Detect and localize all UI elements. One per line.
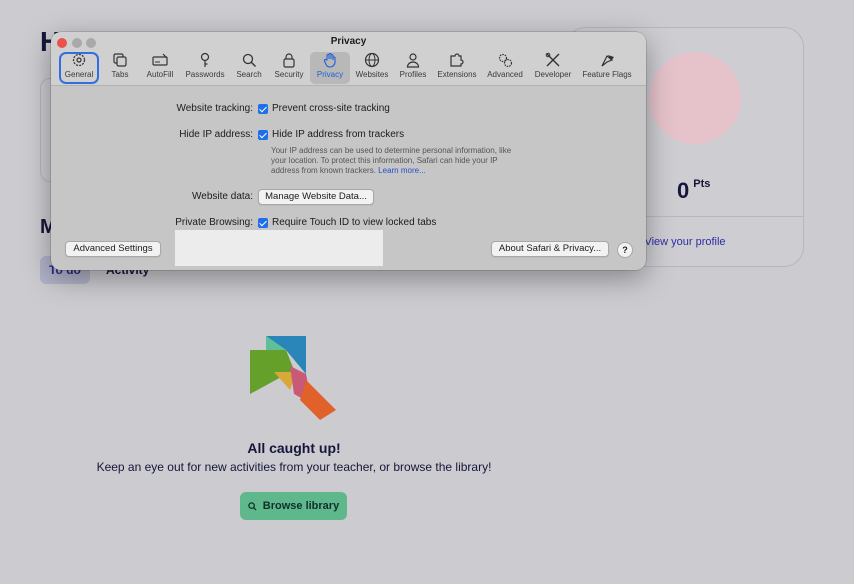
tab-general-label: General xyxy=(64,70,94,79)
points-unit: Pts xyxy=(693,178,711,190)
tab-security[interactable]: Security xyxy=(271,52,307,84)
browse-library-label: Browse library xyxy=(262,500,340,512)
tab-websites-label: Websites xyxy=(355,70,389,79)
tab-passwords-label: Passwords xyxy=(185,70,225,79)
tangram-logo-icon xyxy=(250,336,336,420)
privacy-pane: Website tracking: Prevent cross-site tra… xyxy=(51,86,646,270)
safari-settings-window: Privacy General Tabs AutoFill Passwords … xyxy=(51,32,646,270)
website-tracking-label: Website tracking: xyxy=(176,103,253,114)
tab-developer-label: Developer xyxy=(534,70,572,79)
manage-website-data-button[interactable]: Manage Website Data... xyxy=(258,189,374,205)
learn-more-link[interactable]: Learn more... xyxy=(378,166,426,175)
tab-search-label: Search xyxy=(236,70,262,79)
hide-ip-label: Hide IP address: xyxy=(179,129,253,140)
search-icon xyxy=(248,501,257,511)
puzzle-icon xyxy=(450,53,464,67)
touch-id-option[interactable]: Require Touch ID to view locked tabs xyxy=(272,217,436,228)
flags-icon xyxy=(601,55,614,67)
tab-passwords[interactable]: Passwords xyxy=(183,52,227,84)
gear-icon xyxy=(72,53,86,67)
globe-icon xyxy=(364,52,380,68)
help-button[interactable]: ? xyxy=(617,242,633,258)
tab-autofill[interactable]: AutoFill xyxy=(141,52,179,84)
touch-id-checkbox[interactable] xyxy=(258,218,268,228)
tabs-icon xyxy=(113,53,127,67)
tab-search[interactable]: Search xyxy=(233,52,265,84)
settings-toolbar: Privacy General Tabs AutoFill Passwords … xyxy=(51,32,646,86)
about-safari-privacy-button[interactable]: About Safari & Privacy... xyxy=(491,241,609,257)
private-browsing-label: Private Browsing: xyxy=(175,217,253,228)
tab-extensions[interactable]: Extensions xyxy=(435,52,479,84)
key-icon xyxy=(200,52,210,67)
tab-profiles[interactable]: Profiles xyxy=(395,52,431,84)
tab-websites[interactable]: Websites xyxy=(353,52,391,84)
window-title: Privacy xyxy=(330,36,367,47)
advanced-settings-button[interactable]: Advanced Settings xyxy=(65,241,161,257)
tab-privacy-label: Privacy xyxy=(316,70,344,79)
prevent-tracking-option[interactable]: Prevent cross-site tracking xyxy=(272,103,390,114)
tab-autofill-label: AutoFill xyxy=(146,70,174,79)
hide-ip-option[interactable]: Hide IP address from trackers xyxy=(272,129,404,140)
tab-advanced-label: Advanced xyxy=(487,70,523,79)
search-icon xyxy=(242,53,256,67)
hide-ip-checkbox[interactable] xyxy=(258,130,268,140)
empty-state-subtitle: Keep an eye out for new activities from … xyxy=(96,460,492,474)
hand-icon xyxy=(323,52,336,68)
gears-icon xyxy=(498,53,513,68)
tab-security-label: Security xyxy=(274,70,304,79)
avatar xyxy=(649,52,741,144)
tab-extensions-label: Extensions xyxy=(437,70,477,79)
tab-tabs-label: Tabs xyxy=(111,70,129,79)
hide-ip-description: Your IP address can be used to determine… xyxy=(271,146,527,176)
tab-feature-flags[interactable]: Feature Flags xyxy=(579,52,635,84)
autofill-icon xyxy=(152,53,168,66)
tab-general[interactable]: General xyxy=(61,52,97,84)
person-icon xyxy=(406,53,420,68)
tab-advanced[interactable]: Advanced xyxy=(485,52,525,84)
website-data-highlight xyxy=(175,230,383,266)
browse-library-button[interactable]: Browse library xyxy=(240,492,347,520)
points-value: 0 xyxy=(677,178,690,203)
website-data-label: Website data: xyxy=(192,191,253,202)
prevent-tracking-checkbox[interactable] xyxy=(258,104,268,114)
lock-icon xyxy=(283,53,295,68)
tab-developer[interactable]: Developer xyxy=(531,52,575,84)
tools-icon xyxy=(545,52,560,67)
points-display: 0 Pts xyxy=(677,178,710,204)
empty-state-title: All caught up! xyxy=(247,440,341,456)
tab-tabs[interactable]: Tabs xyxy=(103,52,137,84)
tab-privacy[interactable]: Privacy xyxy=(310,52,350,84)
tab-profiles-label: Profiles xyxy=(399,70,427,79)
tab-feature-flags-label: Feature Flags xyxy=(582,70,632,79)
